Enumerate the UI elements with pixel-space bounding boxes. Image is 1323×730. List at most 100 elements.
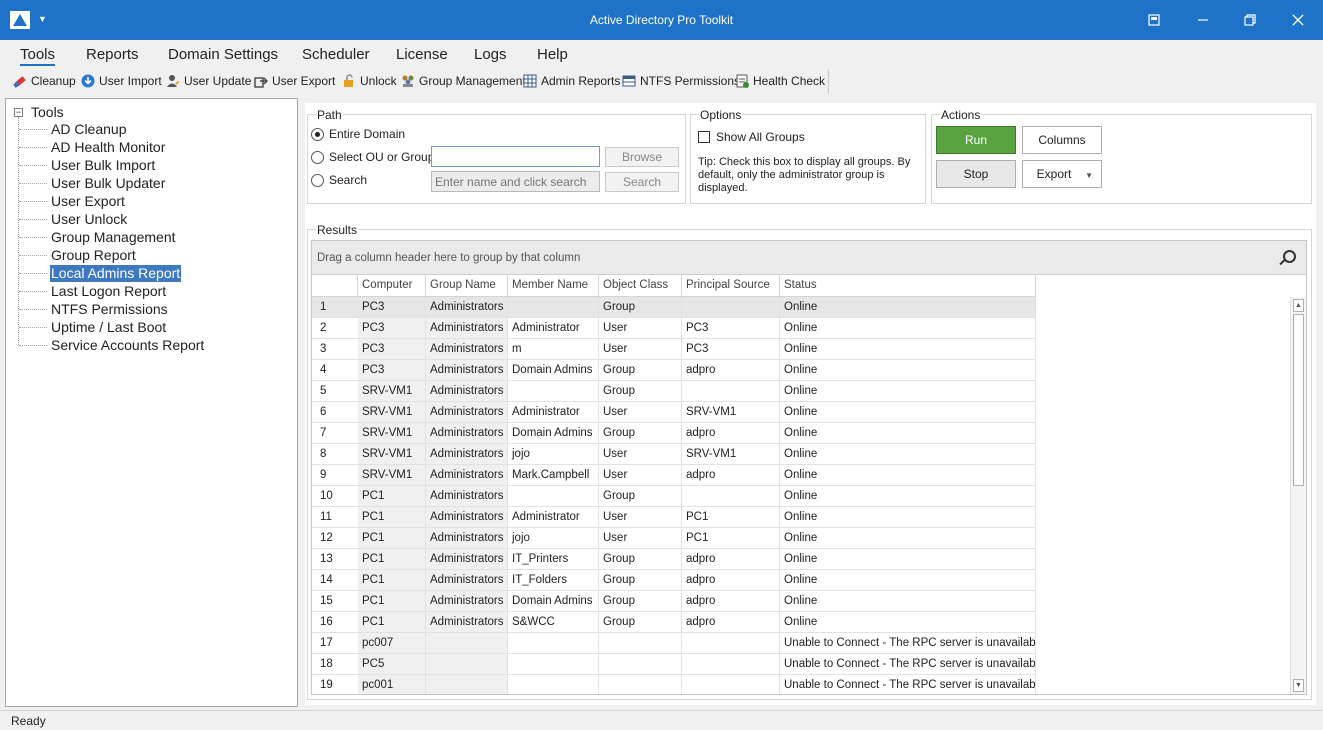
- run-button[interactable]: Run: [936, 126, 1016, 154]
- cell-principal-source: adpro: [682, 549, 780, 570]
- tree-item-user-export[interactable]: User Export: [19, 193, 126, 210]
- vertical-scrollbar[interactable]: ▲ ▼: [1290, 297, 1306, 694]
- close-icon[interactable]: [1275, 0, 1321, 40]
- menu-scheduler[interactable]: Scheduler: [302, 46, 370, 63]
- ou-path-input[interactable]: [431, 146, 600, 167]
- eraser-icon: [13, 74, 27, 88]
- title-bar: ▼ Active Directory Pro Toolkit: [0, 0, 1323, 40]
- browse-button[interactable]: Browse: [605, 147, 679, 167]
- health-check-button[interactable]: Health Check: [735, 73, 825, 89]
- cell-member-name: Administrator: [508, 507, 599, 528]
- table-row[interactable]: 10 PC1 Administrators Group Online: [312, 486, 1036, 507]
- tree-item-ntfs-permissions[interactable]: NTFS Permissions: [19, 301, 169, 318]
- column-header-computer[interactable]: Computer: [358, 275, 426, 297]
- cell-member-name: IT_Folders: [508, 570, 599, 591]
- tree-item-ad-cleanup[interactable]: AD Cleanup: [19, 121, 128, 138]
- scroll-up-icon[interactable]: ▲: [1293, 299, 1304, 312]
- radio-selected-icon: [311, 127, 324, 141]
- cell-group-name: Administrators: [426, 444, 508, 465]
- table-row[interactable]: 18 PC5 Unable to Connect - The RPC server …: [312, 654, 1036, 675]
- table-row[interactable]: 7 SRV-VM1 Administrators Domain Admins Group…: [312, 423, 1036, 444]
- cell-computer: PC1: [358, 507, 426, 528]
- tree-item-ad-health-monitor[interactable]: AD Health Monitor: [18, 139, 166, 156]
- export-button[interactable]: Export ▼: [1022, 160, 1102, 188]
- table-row[interactable]: 14 PC1 Administrators IT_Folders Group adpro O…: [312, 570, 1036, 591]
- tree-item-group-report[interactable]: Group Report: [19, 247, 137, 264]
- tree-item-user-unlock[interactable]: User Unlock: [18, 211, 128, 228]
- menu-tools[interactable]: Tools: [20, 46, 56, 66]
- table-row[interactable]: 3 PC3 Administrators m User PC3 Online: [312, 339, 1036, 360]
- minimize-icon[interactable]: [1180, 0, 1226, 40]
- checkbox-icon: [698, 131, 710, 143]
- cell-computer: PC3: [358, 360, 426, 381]
- unlock-button[interactable]: Unlock: [342, 73, 397, 89]
- table-row[interactable]: 9 SRV-VM1 Administrators Mark.Campbell User a…: [312, 465, 1036, 486]
- maximize-icon[interactable]: [1227, 0, 1273, 40]
- tree-item-group-management[interactable]: Group Management: [19, 229, 177, 246]
- stop-button[interactable]: Stop: [936, 160, 1016, 188]
- table-row[interactable]: 6 SRV-VM1 Administrators Administrator User S…: [312, 402, 1036, 423]
- table-row[interactable]: 1 PC3 Administrators Group Online: [312, 297, 1036, 318]
- collapse-icon[interactable]: −: [14, 107, 23, 117]
- cell-computer: PC1: [358, 486, 426, 507]
- cell-principal-source: [682, 654, 780, 675]
- scroll-thumb[interactable]: [1293, 314, 1304, 486]
- tree-item-user-bulk-updater[interactable]: User Bulk Updater: [18, 175, 166, 192]
- tree-item-local-admins-report[interactable]: Local Admins Report: [18, 265, 182, 282]
- tree-item-uptime-last-boot[interactable]: Uptime / Last Boot: [18, 319, 167, 336]
- group-by-panel[interactable]: Drag a column header here to group by th…: [312, 241, 1306, 275]
- user-import-button[interactable]: User Import: [81, 73, 162, 89]
- search-radio[interactable]: Search: [311, 173, 367, 187]
- show-all-groups-checkbox[interactable]: Show All Groups: [698, 130, 805, 144]
- tree-item-last-logon-report[interactable]: Last Logon Report: [18, 283, 167, 300]
- cell-object-class: Group: [599, 360, 682, 381]
- user-update-button[interactable]: User Update: [166, 73, 251, 89]
- entire-domain-radio[interactable]: Entire Domain: [311, 127, 405, 141]
- table-row[interactable]: 12 PC1 Administrators jojo User PC1 Online: [312, 528, 1036, 549]
- menu-domain-settings[interactable]: Domain Settings: [168, 46, 278, 63]
- table-row[interactable]: 13 PC1 Administrators IT_Printers Group adpro…: [312, 549, 1036, 570]
- table-row[interactable]: 2 PC3 Administrators Administrator User PC3 On…: [312, 318, 1036, 339]
- column-header-group-name[interactable]: Group Name: [426, 275, 508, 297]
- group-management-button[interactable]: Group Management: [401, 73, 526, 89]
- tree-item-service-accounts-report[interactable]: Service Accounts Report: [18, 337, 205, 354]
- column-header-object-class[interactable]: Object Class: [599, 275, 682, 297]
- unlock-icon: [342, 74, 356, 88]
- user-export-button[interactable]: User Export: [254, 73, 335, 89]
- tree-item-user-bulk-import[interactable]: User Bulk Import: [18, 157, 156, 174]
- cell-computer: SRV-VM1: [358, 465, 426, 486]
- columns-button[interactable]: Columns: [1022, 126, 1102, 154]
- cell-group-name: [426, 675, 508, 694]
- menu-help[interactable]: Help: [537, 46, 568, 63]
- search-input[interactable]: [431, 171, 600, 192]
- table-row[interactable]: 19 pc001 Unable to Connect - The RPC serve…: [312, 675, 1036, 694]
- user-import-label: User Import: [99, 74, 162, 88]
- table-row[interactable]: 11 PC1 Administrators Administrator User PC1 O…: [312, 507, 1036, 528]
- table-row[interactable]: 4 PC3 Administrators Domain Admins Group adpr…: [312, 360, 1036, 381]
- admin-reports-button[interactable]: Admin Reports: [523, 73, 620, 89]
- cell-object-class: User: [599, 507, 682, 528]
- column-header-member-name[interactable]: Member Name: [508, 275, 599, 297]
- column-header-status[interactable]: Status: [780, 275, 1036, 297]
- status-bar: Ready: [0, 710, 1323, 730]
- dropdown-arrow-icon[interactable]: ▼: [1085, 171, 1093, 180]
- table-row[interactable]: 15 PC1 Administrators Domain Admins Group adp…: [312, 591, 1036, 612]
- search-button[interactable]: Search: [605, 172, 679, 192]
- select-ou-radio[interactable]: Select OU or Group: [311, 150, 434, 164]
- cell-member-name: S&WCC: [508, 612, 599, 633]
- cleanup-button[interactable]: Cleanup: [13, 73, 76, 89]
- scroll-down-icon[interactable]: ▼: [1293, 679, 1304, 692]
- ntfs-permissions-button[interactable]: NTFS Permissions: [622, 73, 740, 89]
- search-icon[interactable]: [1283, 250, 1296, 263]
- table-row[interactable]: 5 SRV-VM1 Administrators Group Online: [312, 381, 1036, 402]
- cell-computer: PC1: [358, 612, 426, 633]
- table-row[interactable]: 8 SRV-VM1 Administrators jojo User SRV-VM1 Onl…: [312, 444, 1036, 465]
- tree-root[interactable]: − Tools: [14, 104, 64, 120]
- pin-icon[interactable]: [1131, 0, 1177, 40]
- menu-license[interactable]: License: [396, 46, 448, 63]
- menu-logs[interactable]: Logs: [474, 46, 507, 63]
- table-row[interactable]: 16 PC1 Administrators S&WCC Group adpro Online: [312, 612, 1036, 633]
- column-header-principal-source[interactable]: Principal Source: [682, 275, 780, 297]
- table-row[interactable]: 17 pc007 Unable to Connect - The RPC serve…: [312, 633, 1036, 654]
- menu-reports[interactable]: Reports: [86, 46, 139, 63]
